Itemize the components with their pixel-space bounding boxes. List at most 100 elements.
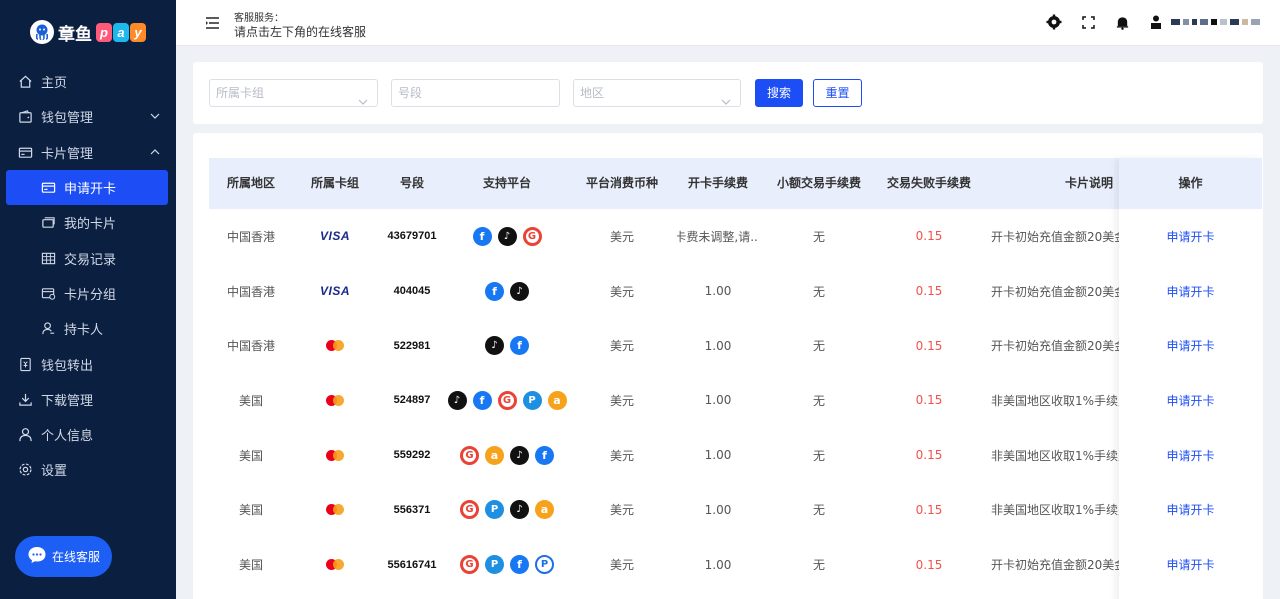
fullscreen-icon[interactable]: [1079, 13, 1097, 31]
sidebar: 章鱼 p a y 主页 钱包管理 卡片管理 申请开卡 我的卡片 交易记录 卡片分…: [0, 0, 176, 599]
person-icon: [40, 321, 56, 337]
sidebar-item-transactions[interactable]: 交易记录: [0, 240, 176, 275]
sidebar-item-settings[interactable]: 设置: [0, 452, 176, 487]
card-group-cell: [293, 537, 377, 592]
description-cell: 开卡初始充值金额20美金，: [979, 537, 1119, 592]
chevron-down-icon: [150, 110, 160, 125]
filter-bar: 所属卡组 号段 地区 搜索 重置: [193, 62, 1263, 124]
sidebar-item-wallet-transfer[interactable]: 钱包转出: [0, 346, 176, 381]
google-icon: G: [497, 390, 517, 410]
bell-icon[interactable]: [1113, 13, 1131, 31]
segment-cell: 43679701: [377, 209, 447, 264]
facebook-icon: f: [535, 445, 554, 465]
sidebar-item-downloads[interactable]: 下载管理: [0, 382, 176, 417]
platform-icons: G P ♪ a: [460, 500, 554, 520]
region-text: 美国: [238, 393, 263, 408]
apply-card-link[interactable]: 申请开卡: [1119, 318, 1262, 373]
tiktok-icon: ♪: [447, 390, 467, 410]
apply-card-link[interactable]: 申请开卡: [1119, 373, 1262, 428]
open-fee-text: 1.00: [704, 448, 732, 463]
username-redacted[interactable]: [1171, 19, 1260, 25]
amazon-icon: a: [547, 390, 567, 410]
segment-input[interactable]: 号段: [391, 79, 560, 107]
logo-pay-letter: a: [113, 22, 129, 42]
open-fee-text: 1.00: [704, 338, 732, 353]
facebook-icon: f: [510, 555, 529, 575]
google-icon: G: [522, 226, 542, 246]
sidebar-item-wallet[interactable]: 钱包管理: [0, 99, 176, 134]
sidebar-item-card-groups[interactable]: 卡片分组: [0, 276, 176, 311]
table-header: 所属地区 所属卡组 号段 支持平台 平台消费币种 开卡手续费 小额交易手续费 交…: [209, 158, 1246, 209]
sidebar-item-label: 下载管理: [41, 393, 94, 409]
fail-fee-text: 0.15: [915, 338, 943, 353]
fail-fee-text: 0.15: [915, 393, 943, 408]
apply-card-link[interactable]: 申请开卡: [1119, 264, 1262, 319]
description-text: 开卡初始充值金额20美金，: [991, 558, 1119, 573]
segment-text: 522981: [393, 339, 431, 352]
tiktok-icon: ♪: [497, 226, 517, 246]
small-fee-text: 无: [812, 229, 825, 244]
google-icon: G: [460, 445, 479, 465]
facebook-icon: f: [472, 390, 492, 410]
gear-icon: [17, 462, 33, 478]
apply-card-link[interactable]: 申请开卡: [1119, 428, 1262, 483]
sidebar-item-card-management[interactable]: 卡片管理: [0, 135, 176, 170]
platforms-cell: ♪ f: [447, 318, 567, 373]
region-text: 美国: [238, 503, 263, 518]
segment-cell: 524897: [377, 373, 447, 428]
fail-fee-cell: 0.15: [879, 537, 979, 592]
fail-fee-cell: 0.15: [879, 373, 979, 428]
reset-button[interactable]: 重置: [813, 79, 862, 107]
sidebar-item-label: 主页: [41, 76, 68, 92]
segment-placeholder: 号段: [398, 86, 423, 100]
column-header: 所属卡组: [310, 176, 359, 190]
card-group-cell: [293, 483, 377, 538]
fail-fee-cell: 0.15: [879, 209, 979, 264]
column-header: 支持平台: [482, 176, 531, 190]
avatar-icon[interactable]: [1147, 13, 1165, 31]
platforms-cell: G P ♪ a: [447, 483, 567, 538]
user-icon: [17, 427, 33, 443]
logo-pay: p a y: [96, 22, 146, 42]
cards-stack-icon: [40, 215, 56, 231]
fail-fee-text: 0.15: [915, 502, 943, 517]
table-row: 美国 559292 Ga ♪ f 美元 1.00 无 0.15 非美国地区收取1%手续费，: [209, 428, 1246, 483]
sidebar-item-profile[interactable]: 个人信息: [0, 417, 176, 452]
logo[interactable]: 章鱼 p a y: [0, 0, 176, 64]
sidebar-item-label: 持卡人: [64, 323, 104, 339]
sidebar-item-my-cards[interactable]: 我的卡片: [0, 205, 176, 240]
online-service-label: 在线客服: [51, 550, 100, 564]
table-row: 美国 556371 GP ♪ a 美元 1.00 无 0.15 非美国地区收取1%手续费，: [209, 483, 1246, 538]
search-button[interactable]: 搜索: [755, 79, 803, 107]
open-fee-cell: 1.00: [677, 373, 759, 428]
gear-icon[interactable]: [1045, 13, 1063, 31]
menu-toggle-icon[interactable]: [206, 16, 220, 34]
chevron-up-icon: [150, 146, 160, 161]
platforms-cell: Ga ♪ f: [447, 428, 567, 483]
apply-card-link[interactable]: 申请开卡: [1119, 209, 1262, 264]
currency-text: 美元: [609, 558, 634, 573]
sidebar-item-label: 交易记录: [64, 252, 117, 268]
segment-cell: 404045: [377, 264, 447, 319]
small-fee-cell: 无: [759, 428, 879, 483]
segment-cell: 556371: [377, 483, 447, 538]
platform-icons: ♪ f G Pa: [447, 390, 567, 410]
card-group-cell: [293, 428, 377, 483]
online-service-button[interactable]: 在线客服: [15, 536, 112, 577]
sidebar-item-apply-card[interactable]: 申请开卡: [6, 169, 168, 206]
region-text: 中国香港: [226, 339, 275, 354]
sidebar-item-home[interactable]: 主页: [0, 64, 176, 99]
region-cell: 美国: [209, 428, 293, 483]
apply-card-link[interactable]: 申请开卡: [1119, 482, 1262, 537]
sidebar-item-cardholders[interactable]: 持卡人: [0, 311, 176, 346]
open-fee-cell: 1.00: [677, 264, 759, 319]
region-select[interactable]: 地区: [573, 79, 741, 107]
sidebar-item-label: 卡片分组: [64, 287, 117, 303]
facebook-icon: f: [485, 281, 504, 301]
facebook-icon: f: [510, 336, 529, 356]
table-row: 中国香港 VISA 43679701 f ♪ G 美元 卡费未调整,请... 无 0.15 开卡初始…: [209, 209, 1246, 264]
card-group-select[interactable]: 所属卡组: [209, 79, 378, 107]
open-fee-cell: 1.00: [677, 318, 759, 373]
platform-icons: ♪ f: [485, 336, 529, 356]
apply-card-link[interactable]: 申请开卡: [1119, 537, 1262, 592]
